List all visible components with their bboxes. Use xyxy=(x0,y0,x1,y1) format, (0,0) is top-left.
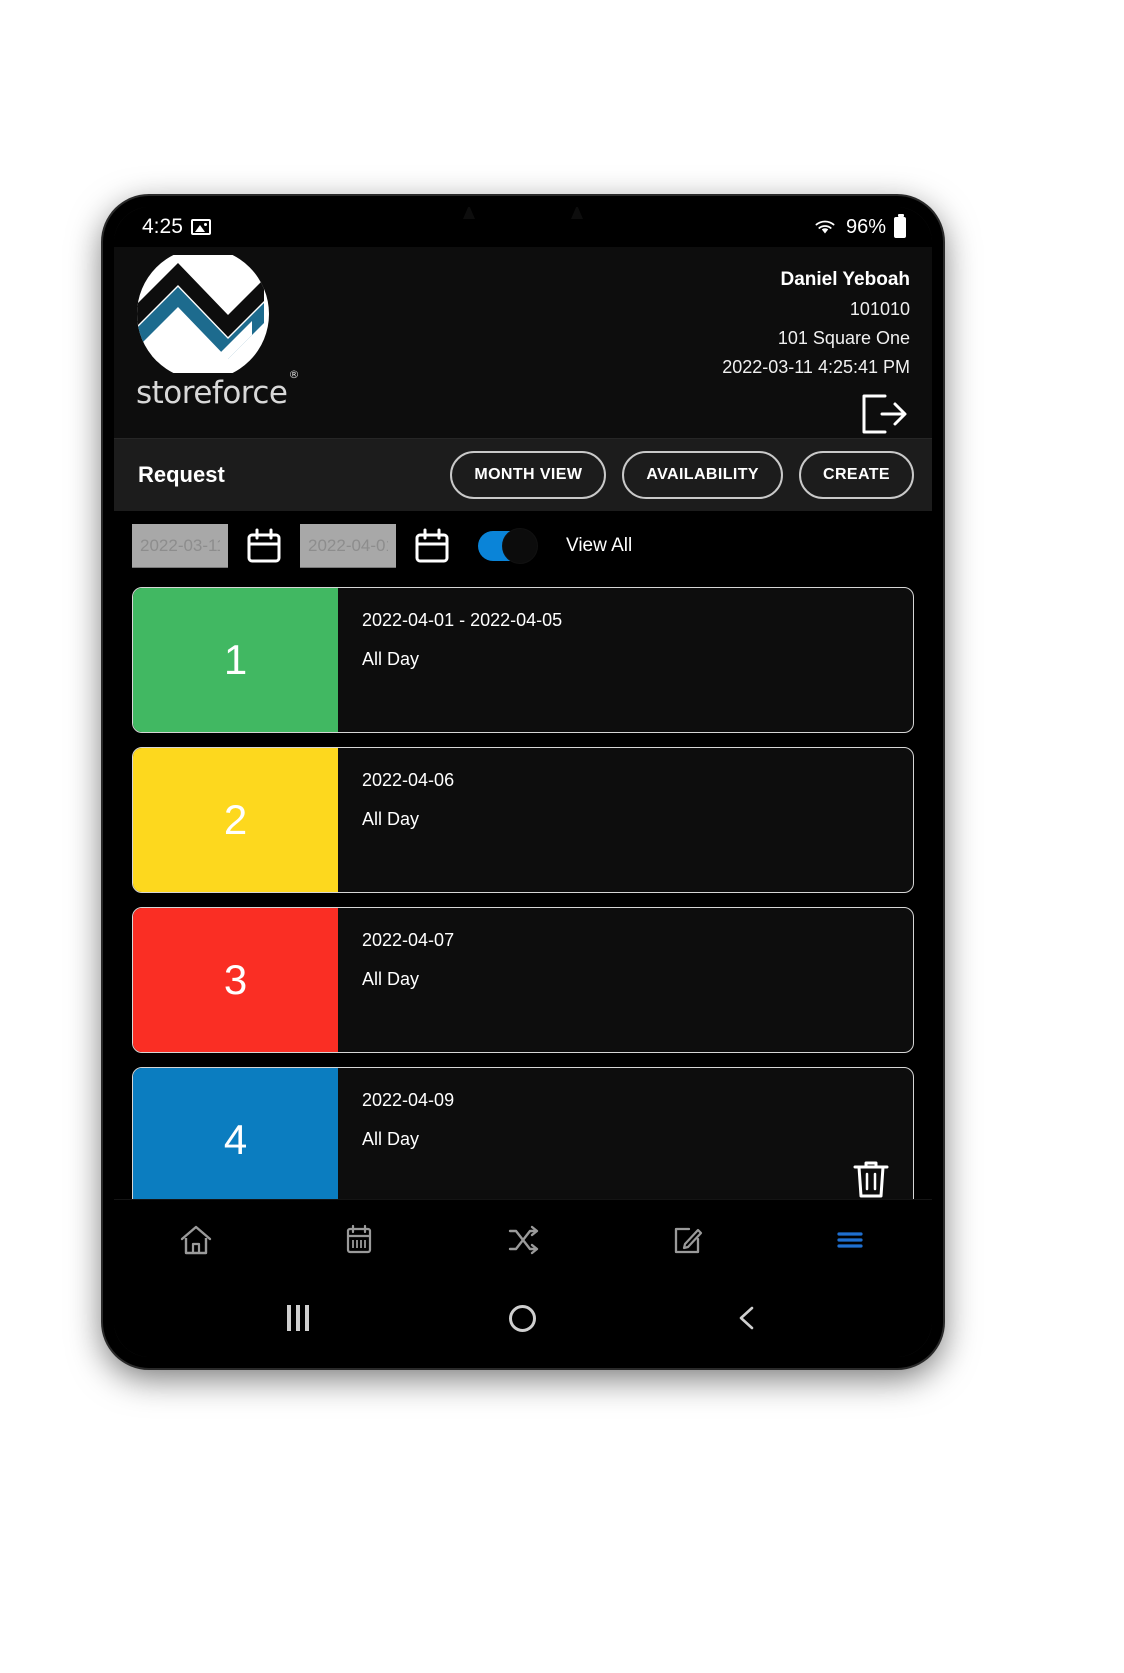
request-color-block: 2 xyxy=(133,748,338,893)
trash-icon xyxy=(853,1161,889,1198)
request-details: 2022-04-09 All Day xyxy=(338,1068,913,1199)
calendar-icon xyxy=(347,1224,372,1253)
device-screen: 4:25 96% storeforce® Daniel Yeboah 10101… xyxy=(114,207,932,1357)
screenshot-root: 4:25 96% storeforce® Daniel Yeboah 10101… xyxy=(0,0,1124,1673)
request-color-block: 1 xyxy=(133,588,338,733)
request-number: 1 xyxy=(223,636,248,684)
status-bar-time: 4:25 xyxy=(142,215,183,238)
month-view-button[interactable]: MONTH VIEW xyxy=(450,451,607,500)
request-number: 4 xyxy=(223,1116,248,1164)
wordmark-text: storeforce xyxy=(136,375,288,411)
status-bar-left: 4:25 xyxy=(142,215,211,239)
request-time: All Day xyxy=(362,969,420,990)
user-info-block: Daniel Yeboah 101010 101 Square One 2022… xyxy=(722,255,910,436)
image-icon xyxy=(190,219,211,235)
android-status-bar: 4:25 96% xyxy=(114,207,932,247)
brand-logo: storeforce® xyxy=(136,255,299,411)
view-all-label: View All xyxy=(566,535,633,557)
logout-icon xyxy=(862,394,907,434)
availability-button[interactable]: AVAILABILITY xyxy=(622,451,783,500)
request-details: 2022-04-01 - 2022-04-05 All Day xyxy=(338,588,913,732)
request-number: 3 xyxy=(223,956,248,1004)
user-name: Daniel Yeboah xyxy=(780,269,910,290)
request-date: 2022-04-01 - 2022-04-05 xyxy=(362,610,563,631)
request-card[interactable]: 4 2022-04-09 All Day xyxy=(132,1067,914,1199)
request-details: 2022-04-06 All Day xyxy=(338,748,913,892)
nav-schedule[interactable] xyxy=(324,1212,394,1268)
toggle-knob xyxy=(502,528,538,565)
create-button[interactable]: CREATE xyxy=(799,451,914,500)
home-circle-icon xyxy=(509,1304,537,1332)
request-card[interactable]: 3 2022-04-07 All Day xyxy=(132,907,914,1054)
request-time: All Day xyxy=(362,1129,420,1150)
back-button[interactable] xyxy=(718,1292,778,1344)
employee-id: 101010 xyxy=(849,299,910,319)
battery-icon xyxy=(894,213,906,238)
end-date-input[interactable] xyxy=(300,524,396,569)
android-system-nav xyxy=(114,1279,932,1357)
start-date-input[interactable] xyxy=(132,524,228,569)
calendar-icon xyxy=(247,528,281,563)
camera-notch xyxy=(463,207,583,221)
nav-menu[interactable] xyxy=(815,1212,885,1268)
system-home-button[interactable] xyxy=(493,1292,553,1344)
request-card[interactable]: 1 2022-04-01 - 2022-04-05 All Day xyxy=(132,587,914,734)
tablet-device-frame: 4:25 96% storeforce® Daniel Yeboah 10101… xyxy=(103,196,943,1368)
wifi-icon xyxy=(815,220,835,234)
bottom-nav-bar xyxy=(114,1199,932,1279)
request-color-block: 4 xyxy=(133,1068,338,1199)
battery-percent-label: 96% xyxy=(845,215,886,238)
header-timestamp: 2022-03-11 4:25:41 PM xyxy=(722,357,910,377)
logout-button[interactable] xyxy=(858,392,910,436)
recents-button[interactable] xyxy=(268,1292,328,1344)
page-title: Request xyxy=(138,462,225,488)
view-all-toggle[interactable] xyxy=(478,528,538,565)
request-card[interactable]: 2 2022-04-06 All Day xyxy=(132,747,914,894)
edit-icon xyxy=(674,1227,702,1253)
page-action-bar: Request MONTH VIEW AVAILABILITY CREATE xyxy=(114,438,932,512)
status-bar-right: 96% xyxy=(812,213,906,239)
request-list: 1 2022-04-01 - 2022-04-05 All Day 2 2022… xyxy=(114,583,932,1199)
nav-swap[interactable] xyxy=(488,1212,558,1268)
nav-home[interactable] xyxy=(161,1212,231,1268)
back-chevron-icon xyxy=(739,1306,753,1330)
calendar-icon xyxy=(415,528,449,563)
action-buttons: MONTH VIEW AVAILABILITY CREATE xyxy=(450,451,914,500)
store-name: 101 Square One xyxy=(777,328,910,348)
recents-icon xyxy=(287,1305,310,1331)
request-date: 2022-04-07 xyxy=(362,930,455,951)
request-date: 2022-04-09 xyxy=(362,1090,455,1111)
storeforce-logo-icon xyxy=(136,255,270,373)
hamburger-menu-icon xyxy=(837,1231,863,1248)
storeforce-wordmark: storeforce® xyxy=(136,368,299,411)
home-icon xyxy=(180,1225,211,1254)
nav-edit[interactable] xyxy=(652,1212,722,1268)
request-color-block: 3 xyxy=(133,908,338,1053)
shuffle-icon xyxy=(508,1225,539,1254)
request-details: 2022-04-07 All Day xyxy=(338,908,913,1052)
request-time: All Day xyxy=(362,809,420,830)
start-date-calendar-button[interactable] xyxy=(242,523,286,569)
app-header: storeforce® Daniel Yeboah 101010 101 Squ… xyxy=(114,247,932,439)
registered-mark: ® xyxy=(288,367,299,381)
request-number: 2 xyxy=(223,796,248,844)
request-time: All Day xyxy=(362,649,420,670)
delete-request-button[interactable] xyxy=(851,1158,891,1199)
filter-bar: View All xyxy=(114,511,932,584)
request-date: 2022-04-06 xyxy=(362,770,455,791)
end-date-calendar-button[interactable] xyxy=(410,523,454,569)
